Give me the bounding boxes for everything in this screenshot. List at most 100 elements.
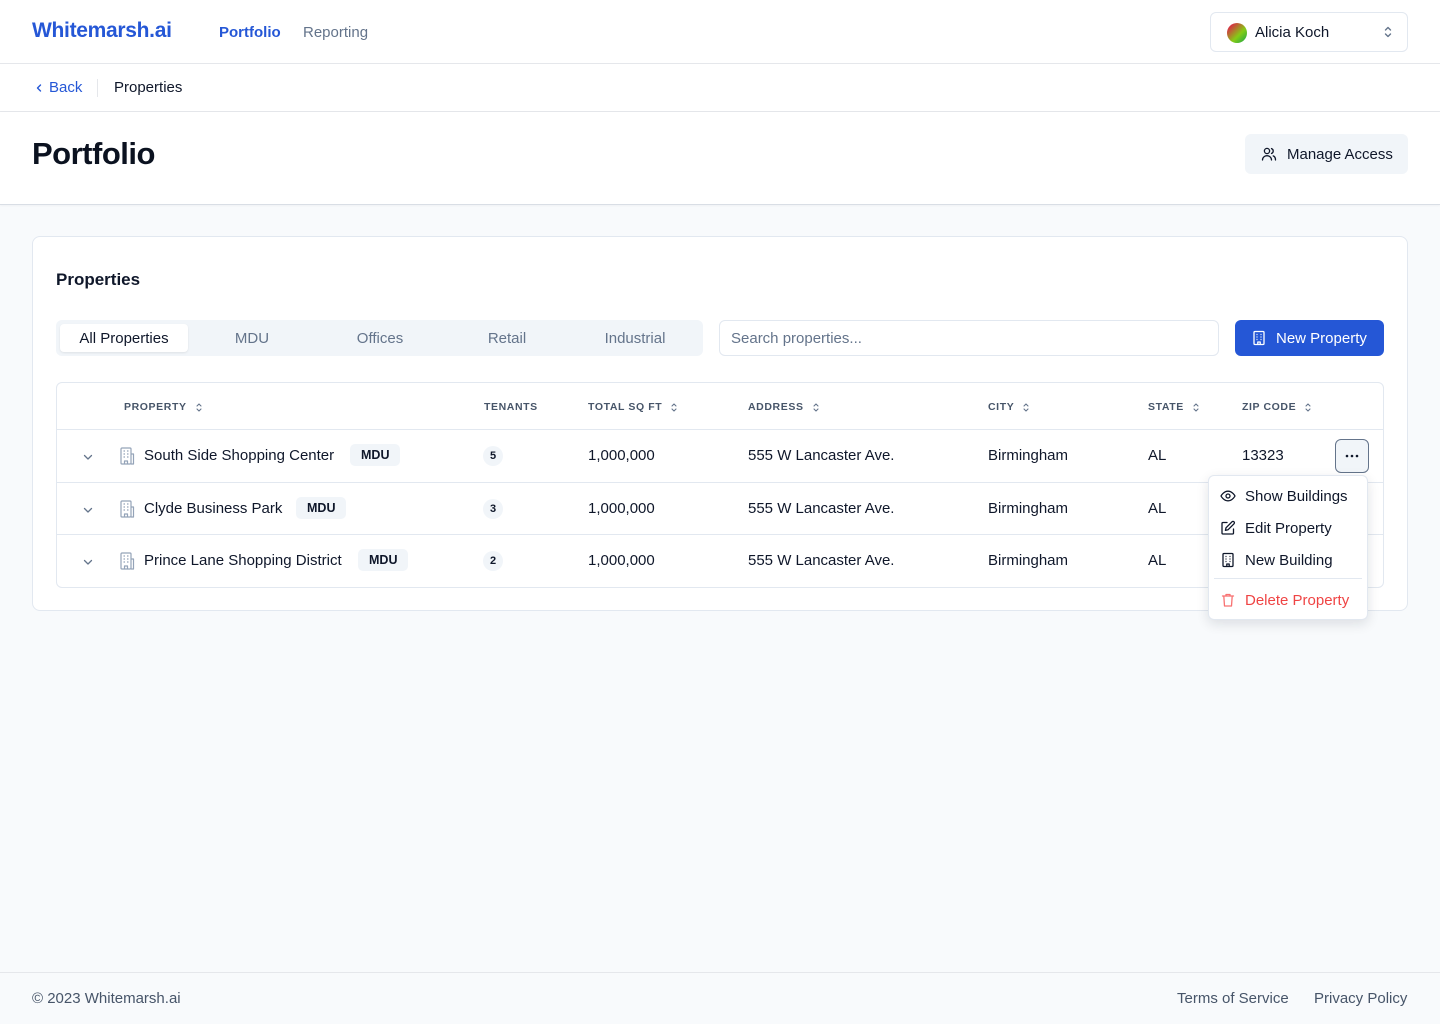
- tab-industrial[interactable]: Industrial: [571, 324, 699, 352]
- properties-card: Properties All Properties MDU Offices Re…: [32, 236, 1408, 611]
- table-row[interactable]: Prince Lane Shopping District MDU 2 1,00…: [57, 535, 1383, 587]
- table-row[interactable]: Clyde Business Park MDU 3 1,000,000 555 …: [57, 483, 1383, 535]
- app-logo[interactable]: Whitemarsh.ai: [32, 19, 172, 43]
- table-row[interactable]: South Side Shopping Center MDU 5 1,000,0…: [57, 430, 1383, 483]
- property-type-badge: MDU: [350, 444, 401, 466]
- menu-item-new-building[interactable]: New Building: [1209, 544, 1367, 576]
- total-sq-ft: 1,000,000: [588, 552, 655, 569]
- search-input[interactable]: [719, 320, 1219, 356]
- column-label: PROPERTY: [124, 401, 187, 413]
- footer: © 2023 Whitemarsh.ai Terms of Service Pr…: [0, 972, 1440, 1024]
- back-link[interactable]: Back: [35, 79, 82, 96]
- column-header-property[interactable]: PROPERTY: [124, 401, 203, 413]
- terms-link[interactable]: Terms of Service: [1177, 990, 1289, 1007]
- menu-divider: [1214, 578, 1362, 579]
- properties-table: PROPERTY TENANTS TOTAL SQ FT ADDRESS CIT…: [56, 382, 1384, 588]
- edit-icon: [1221, 520, 1236, 535]
- privacy-link[interactable]: Privacy Policy: [1314, 990, 1407, 1007]
- card-title: Properties: [56, 270, 141, 289]
- new-property-button[interactable]: New Property: [1235, 320, 1384, 356]
- chevron-up-down-icon: [1384, 26, 1392, 38]
- property-type-badge: MDU: [296, 497, 347, 519]
- chevron-left-icon: [36, 83, 42, 92]
- column-header-zip-code[interactable]: ZIP CODE: [1242, 401, 1312, 413]
- copyright: © 2023 Whitemarsh.ai: [32, 990, 181, 1007]
- tab-offices[interactable]: Offices: [316, 324, 444, 352]
- property-type-tabs: All Properties MDU Offices Retail Indust…: [56, 320, 703, 356]
- state: AL: [1148, 552, 1167, 569]
- building-icon: [120, 447, 135, 465]
- address: 555 W Lancaster Ave.: [748, 447, 895, 464]
- column-header-address[interactable]: ADDRESS: [748, 401, 820, 413]
- menu-item-edit-property[interactable]: Edit Property: [1209, 512, 1367, 544]
- city: Birmingham: [988, 500, 1069, 517]
- user-switcher[interactable]: Alicia Koch: [1210, 12, 1408, 52]
- tab-mdu[interactable]: MDU: [188, 324, 316, 352]
- building-icon: [120, 500, 135, 518]
- column-header-city[interactable]: CITY: [988, 401, 1030, 413]
- row-actions-menu: Show Buildings Edit Property New Buildin…: [1208, 475, 1368, 620]
- total-sq-ft: 1,000,000: [588, 447, 655, 464]
- city: Birmingham: [988, 447, 1069, 464]
- building-icon: [1222, 552, 1234, 568]
- column-header-state[interactable]: STATE: [1148, 401, 1200, 413]
- breadcrumb: Back Properties: [0, 64, 1440, 112]
- column-label: ADDRESS: [748, 401, 804, 413]
- state: AL: [1148, 447, 1167, 464]
- top-bar: Whitemarsh.ai Portfolio Reporting Alicia…: [0, 0, 1440, 64]
- column-label: STATE: [1148, 401, 1184, 413]
- property-type-badge: MDU: [358, 549, 409, 571]
- new-property-label: New Property: [1276, 329, 1367, 347]
- tab-all-properties[interactable]: All Properties: [60, 324, 188, 352]
- eye-icon: [1220, 490, 1236, 502]
- property-name[interactable]: Prince Lane Shopping District: [144, 552, 342, 569]
- tenant-count: 3: [483, 499, 503, 519]
- tenant-count: 5: [483, 446, 503, 466]
- sort-icon: [196, 402, 202, 412]
- row-actions-button[interactable]: [1335, 439, 1369, 473]
- manage-access-label: Manage Access: [1287, 145, 1393, 163]
- column-label: TENANTS: [484, 401, 538, 413]
- tenant-count: 2: [483, 551, 503, 571]
- trash-icon: [1221, 593, 1235, 607]
- sort-icon: [1305, 402, 1311, 412]
- building-icon: [1253, 330, 1265, 346]
- property-name[interactable]: South Side Shopping Center: [144, 447, 334, 464]
- nav-portfolio[interactable]: Portfolio: [219, 24, 281, 41]
- table-header: PROPERTY TENANTS TOTAL SQ FT ADDRESS CIT…: [57, 383, 1383, 430]
- sort-icon: [1023, 402, 1029, 412]
- zip-code: 13323: [1242, 447, 1284, 464]
- column-label: CITY: [988, 401, 1015, 413]
- breadcrumb-current: Properties: [114, 79, 183, 96]
- column-header-total-sq-ft[interactable]: TOTAL SQ FT: [588, 401, 678, 413]
- tab-retail[interactable]: Retail: [443, 324, 571, 352]
- city: Birmingham: [988, 552, 1069, 569]
- sort-icon: [1193, 402, 1199, 412]
- user-name: Alicia Koch: [1255, 24, 1330, 41]
- menu-item-show-buildings[interactable]: Show Buildings: [1209, 480, 1367, 512]
- address: 555 W Lancaster Ave.: [748, 552, 895, 569]
- chevron-down-icon[interactable]: [81, 450, 95, 464]
- nav-reporting[interactable]: Reporting: [303, 24, 368, 41]
- sort-icon: [671, 402, 677, 412]
- avatar: [1227, 23, 1247, 43]
- page-title: Portfolio: [32, 136, 155, 171]
- state: AL: [1148, 500, 1167, 517]
- breadcrumb-divider: [97, 79, 98, 97]
- chevron-down-icon[interactable]: [81, 555, 95, 569]
- page-header: Portfolio Manage Access: [0, 112, 1440, 205]
- column-header-tenants: TENANTS: [484, 401, 538, 413]
- column-label: ZIP CODE: [1242, 401, 1297, 413]
- menu-item-label: Delete Property: [1245, 591, 1350, 609]
- more-horizontal-icon: [1345, 454, 1359, 458]
- menu-item-label: Edit Property: [1245, 519, 1332, 537]
- sort-icon: [812, 402, 819, 412]
- chevron-down-icon[interactable]: [81, 503, 95, 517]
- menu-item-label: Show Buildings: [1245, 487, 1348, 505]
- users-icon: [1261, 147, 1277, 161]
- address: 555 W Lancaster Ave.: [748, 500, 895, 517]
- manage-access-button[interactable]: Manage Access: [1245, 134, 1408, 174]
- menu-item-delete-property[interactable]: Delete Property: [1209, 584, 1367, 616]
- column-label: TOTAL SQ FT: [588, 401, 663, 413]
- property-name[interactable]: Clyde Business Park: [144, 500, 282, 517]
